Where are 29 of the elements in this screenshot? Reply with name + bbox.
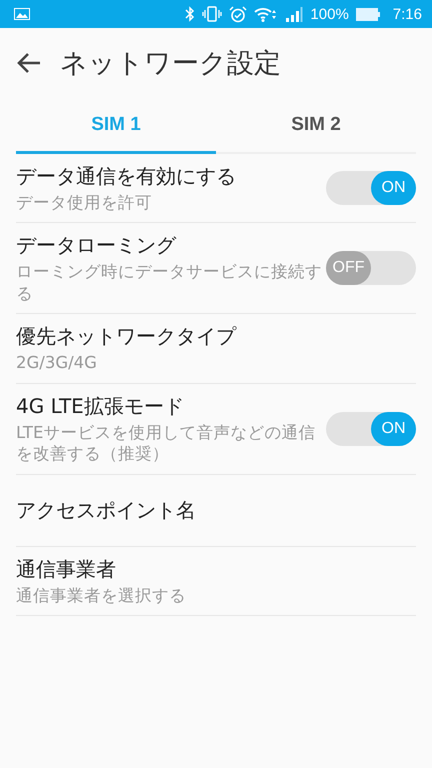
setting-description: 2G/3G/4G	[16, 352, 98, 374]
clock-time: 7:16	[392, 6, 422, 22]
toggle-switch[interactable]: OFF	[326, 251, 416, 286]
sim-tab[interactable]: SIM 2	[216, 98, 416, 154]
setting-description: 通信事業者を選択する	[16, 584, 186, 606]
setting-description: LTEサービスを使用して音声などの通信を改善する（推奨）	[16, 422, 316, 465]
setting-title: 4G LTE拡張モード	[16, 392, 185, 420]
signal-icon	[285, 6, 304, 22]
toggle-thumb: ON	[371, 171, 416, 206]
setting-description: ローミング時にデータサービスに接続する	[16, 261, 323, 304]
sim-tab[interactable]: SIM 1	[16, 98, 216, 154]
toggle-switch[interactable]: ON	[326, 412, 416, 446]
toggle-switch[interactable]: ON	[326, 171, 416, 206]
battery-icon	[356, 8, 380, 20]
toggle-thumb: ON	[371, 412, 416, 446]
setting-description: データ使用を許可	[16, 192, 153, 214]
setting-title: 通信事業者	[16, 556, 117, 583]
setting-title: 優先ネットワークタイプ	[16, 323, 236, 350]
picture-icon	[14, 8, 30, 20]
page-title: ネットワーク設定	[60, 47, 281, 81]
setting-title: データ通信を有効にする	[16, 163, 236, 190]
battery-percentage: 100%	[310, 6, 349, 22]
vibrate-icon	[202, 6, 222, 22]
toggle-thumb: OFF	[326, 251, 371, 286]
alarm-icon	[229, 6, 248, 22]
bluetooth-icon	[185, 6, 196, 22]
wifi-icon	[254, 6, 278, 22]
setting-title: データローミング	[16, 232, 178, 260]
setting-title: アクセスポイント名	[16, 496, 196, 524]
